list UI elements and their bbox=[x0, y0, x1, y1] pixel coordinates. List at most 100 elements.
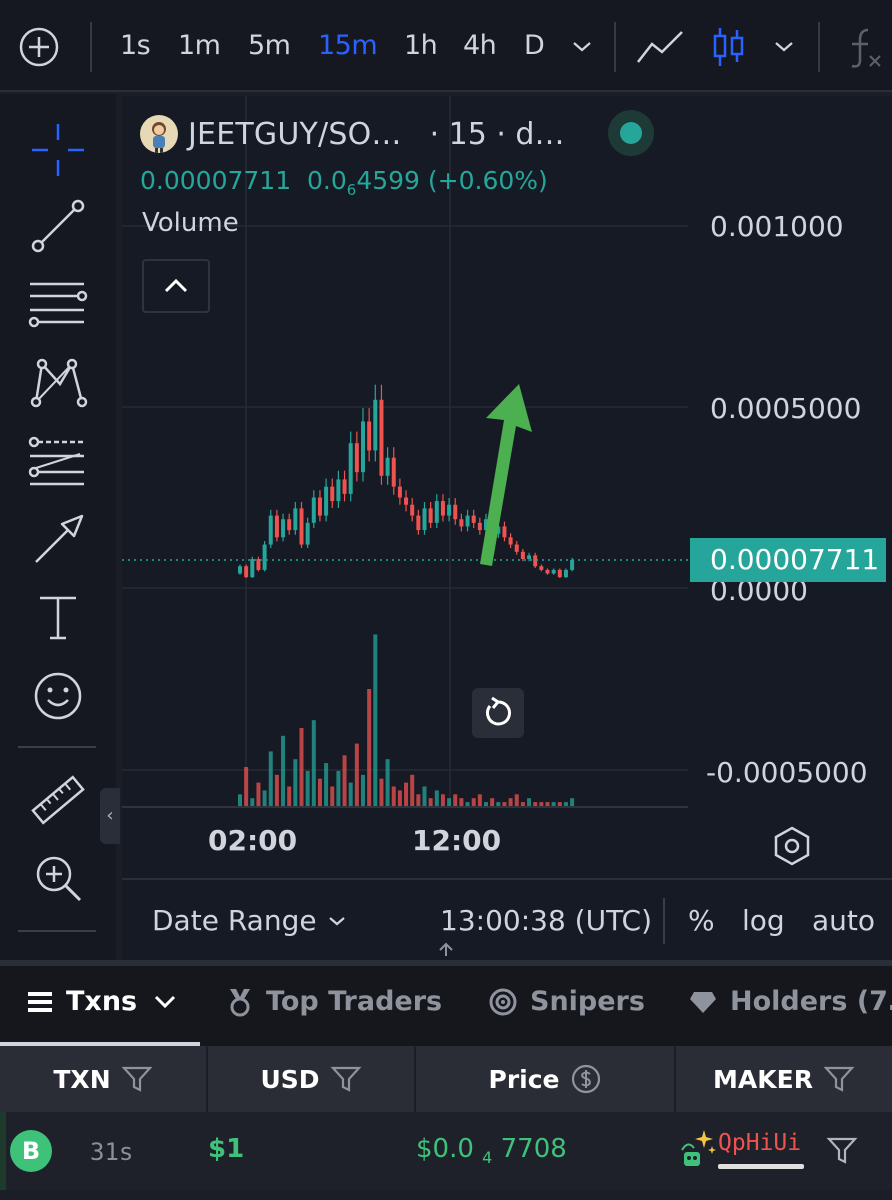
column-txn[interactable]: TXN bbox=[0, 1046, 206, 1112]
collapse-legend-button[interactable] bbox=[142, 259, 210, 313]
candle bbox=[508, 537, 513, 545]
add-circle-icon[interactable] bbox=[18, 26, 60, 68]
percent-scale-toggle[interactable]: % bbox=[688, 904, 715, 937]
column-usd[interactable]: USD bbox=[208, 1046, 414, 1112]
volume-bar bbox=[545, 802, 550, 806]
crosshair-icon[interactable] bbox=[28, 120, 88, 180]
tab-snipers[interactable]: Snipers bbox=[488, 986, 645, 1017]
symbol-name: JEETGUY/SO… bbox=[188, 116, 402, 152]
zoom-in-icon[interactable] bbox=[28, 848, 88, 908]
candle bbox=[324, 486, 329, 516]
volume-bar bbox=[404, 782, 409, 806]
footer-divider bbox=[663, 898, 665, 944]
line-chart-icon[interactable] bbox=[636, 28, 686, 66]
chevron-down-icon[interactable] bbox=[570, 38, 594, 56]
volume-bar bbox=[238, 794, 242, 806]
volume-bar bbox=[367, 689, 372, 806]
maker-address[interactable]: QpHiUi bbox=[718, 1130, 801, 1156]
auto-scale-toggle[interactable]: auto bbox=[812, 904, 875, 937]
filter-icon[interactable] bbox=[330, 1065, 362, 1093]
candle bbox=[348, 443, 353, 494]
settings-gear-icon[interactable] bbox=[770, 824, 814, 868]
volume-bar bbox=[527, 798, 532, 806]
timeframe-d[interactable]: D bbox=[524, 30, 545, 61]
symbol-legend[interactable]: JEETGUY/SO… · 15 · d… bbox=[140, 114, 564, 154]
volume-bar bbox=[416, 794, 421, 806]
annotation-arrow bbox=[480, 384, 532, 566]
timeframe-15m[interactable]: 15m bbox=[318, 30, 378, 61]
date-range-selector[interactable]: Date Range bbox=[152, 904, 349, 937]
timeframe-1h[interactable]: 1h bbox=[404, 30, 438, 61]
text-icon[interactable] bbox=[28, 588, 88, 648]
candle bbox=[305, 522, 310, 545]
volume-bar bbox=[447, 798, 452, 806]
txn-age: 31s bbox=[90, 1138, 134, 1166]
toolbar-divider bbox=[818, 22, 820, 72]
arrow-icon[interactable] bbox=[28, 508, 88, 568]
column-usd-label: USD bbox=[260, 1064, 320, 1094]
buy-row-accent bbox=[0, 1112, 6, 1190]
utc-clock[interactable]: 13:00:38 (UTC) bbox=[440, 904, 652, 937]
chevron-down-icon[interactable] bbox=[772, 38, 796, 56]
filter-icon[interactable] bbox=[121, 1065, 153, 1093]
timeframe-1m[interactable]: 1m bbox=[178, 30, 221, 61]
trend-line-icon[interactable] bbox=[28, 196, 88, 256]
volume-bar bbox=[385, 759, 390, 806]
interval-label: · 15 · d… bbox=[429, 116, 565, 152]
volume-bar bbox=[354, 743, 359, 806]
candlestick-icon[interactable] bbox=[710, 26, 746, 68]
price-change-prefix: 0.0 bbox=[307, 166, 347, 195]
volume-bar bbox=[459, 798, 464, 806]
medal-icon bbox=[230, 988, 250, 1016]
chart-grid bbox=[122, 96, 688, 808]
candle bbox=[416, 515, 421, 531]
filter-icon[interactable] bbox=[826, 1136, 858, 1166]
dollar-circle-icon[interactable] bbox=[570, 1063, 602, 1095]
filter-icon[interactable] bbox=[823, 1065, 855, 1093]
fib-levels-icon[interactable] bbox=[28, 430, 88, 490]
time-axis-label: 02:00 bbox=[208, 824, 298, 857]
volume-bar bbox=[311, 720, 316, 806]
candle bbox=[361, 421, 365, 473]
candle bbox=[373, 399, 378, 451]
reset-chart-button[interactable] bbox=[472, 688, 524, 738]
tab-txns[interactable]: Txns bbox=[26, 986, 191, 1017]
volume-bar bbox=[471, 798, 476, 806]
candle bbox=[299, 508, 304, 545]
candle bbox=[274, 515, 279, 538]
timeframe-5m[interactable]: 5m bbox=[248, 30, 291, 61]
candle bbox=[422, 508, 427, 531]
price-change-zeros: 6 bbox=[346, 181, 357, 199]
tab-top-traders[interactable]: Top Traders bbox=[226, 986, 442, 1017]
candle bbox=[385, 457, 390, 476]
volume-bar bbox=[397, 790, 402, 806]
candle bbox=[256, 559, 261, 570]
volume-bar bbox=[287, 786, 292, 806]
volume-bar bbox=[361, 774, 365, 806]
column-price[interactable]: Price bbox=[416, 1046, 674, 1112]
emoji-icon[interactable] bbox=[28, 666, 88, 726]
last-price: 0.00007711 bbox=[140, 166, 292, 195]
function-icon[interactable] bbox=[846, 26, 886, 70]
volume-bar bbox=[539, 802, 544, 806]
candle bbox=[477, 522, 482, 531]
token-avatar-icon bbox=[152, 122, 166, 153]
ruler-icon[interactable] bbox=[28, 770, 88, 830]
tab-holders[interactable]: Holders (7… bbox=[688, 986, 892, 1017]
price-chart[interactable]: JEETGUY/SO… · 15 · d… 0.00007711 0.06459… bbox=[122, 96, 892, 960]
volume-bar bbox=[422, 786, 427, 806]
pattern-icon[interactable] bbox=[28, 352, 88, 412]
timeframe-1s[interactable]: 1s bbox=[120, 30, 151, 61]
live-status-indicator[interactable] bbox=[608, 110, 654, 156]
log-scale-toggle[interactable]: log bbox=[742, 904, 785, 937]
candle bbox=[317, 497, 322, 516]
volume-bar bbox=[465, 802, 470, 806]
timeframe-4h[interactable]: 4h bbox=[463, 30, 497, 61]
volume-bar bbox=[570, 798, 575, 806]
price-axis-label: 0.001000 bbox=[710, 210, 844, 243]
table-row[interactable]: B 31s $1 $0.0 4 7708 QpHiUi bbox=[0, 1112, 892, 1190]
toolbar-divider bbox=[90, 22, 92, 72]
horizontal-lines-icon[interactable] bbox=[28, 274, 88, 334]
column-maker[interactable]: MAKER bbox=[676, 1046, 892, 1112]
collapse-toolbar-button[interactable]: ‹ bbox=[100, 788, 120, 844]
